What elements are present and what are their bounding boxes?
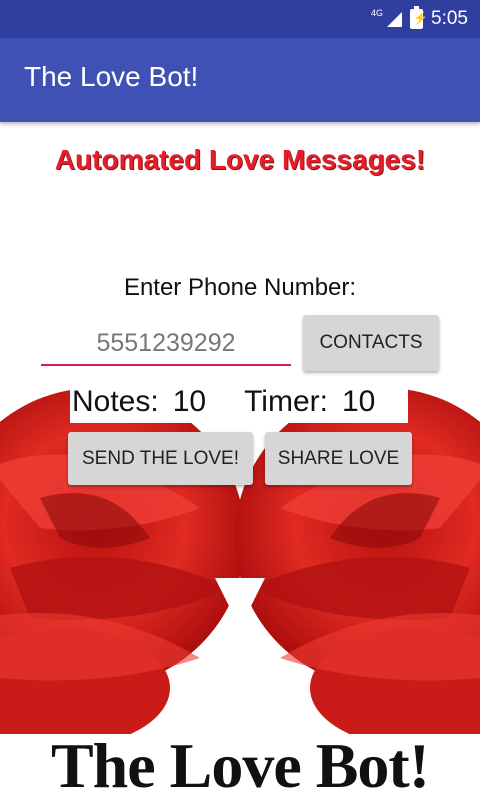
battery-icon: ⚡ bbox=[410, 6, 428, 29]
share-love-button[interactable]: SHARE LOVE bbox=[265, 432, 412, 485]
phone-number-input[interactable] bbox=[41, 322, 291, 366]
timer-value[interactable]: 10 bbox=[342, 385, 375, 419]
headline: Automated Love Messages! bbox=[54, 144, 426, 175]
timer-label: Timer: bbox=[244, 385, 328, 418]
counter-row: Notes: 10 Timer: 10 bbox=[70, 381, 408, 423]
signal-icon bbox=[387, 11, 403, 27]
network-type: 4G bbox=[371, 8, 384, 18]
phone-label: Enter Phone Number: bbox=[123, 274, 357, 301]
app-bar: The Love Bot! bbox=[0, 38, 480, 122]
notes-value[interactable]: 10 bbox=[173, 385, 206, 419]
status-bar: 4G ⚡ 5:05 bbox=[0, 0, 480, 38]
send-love-button[interactable]: SEND THE LOVE! bbox=[68, 432, 253, 485]
contacts-button[interactable]: CONTACTS bbox=[303, 315, 439, 371]
love-bot-banner: The Love Bot! bbox=[50, 730, 430, 801]
status-time: 5:05 bbox=[431, 8, 468, 29]
app-title: The Love Bot! bbox=[24, 61, 199, 92]
notes-label: Notes: bbox=[72, 385, 159, 418]
